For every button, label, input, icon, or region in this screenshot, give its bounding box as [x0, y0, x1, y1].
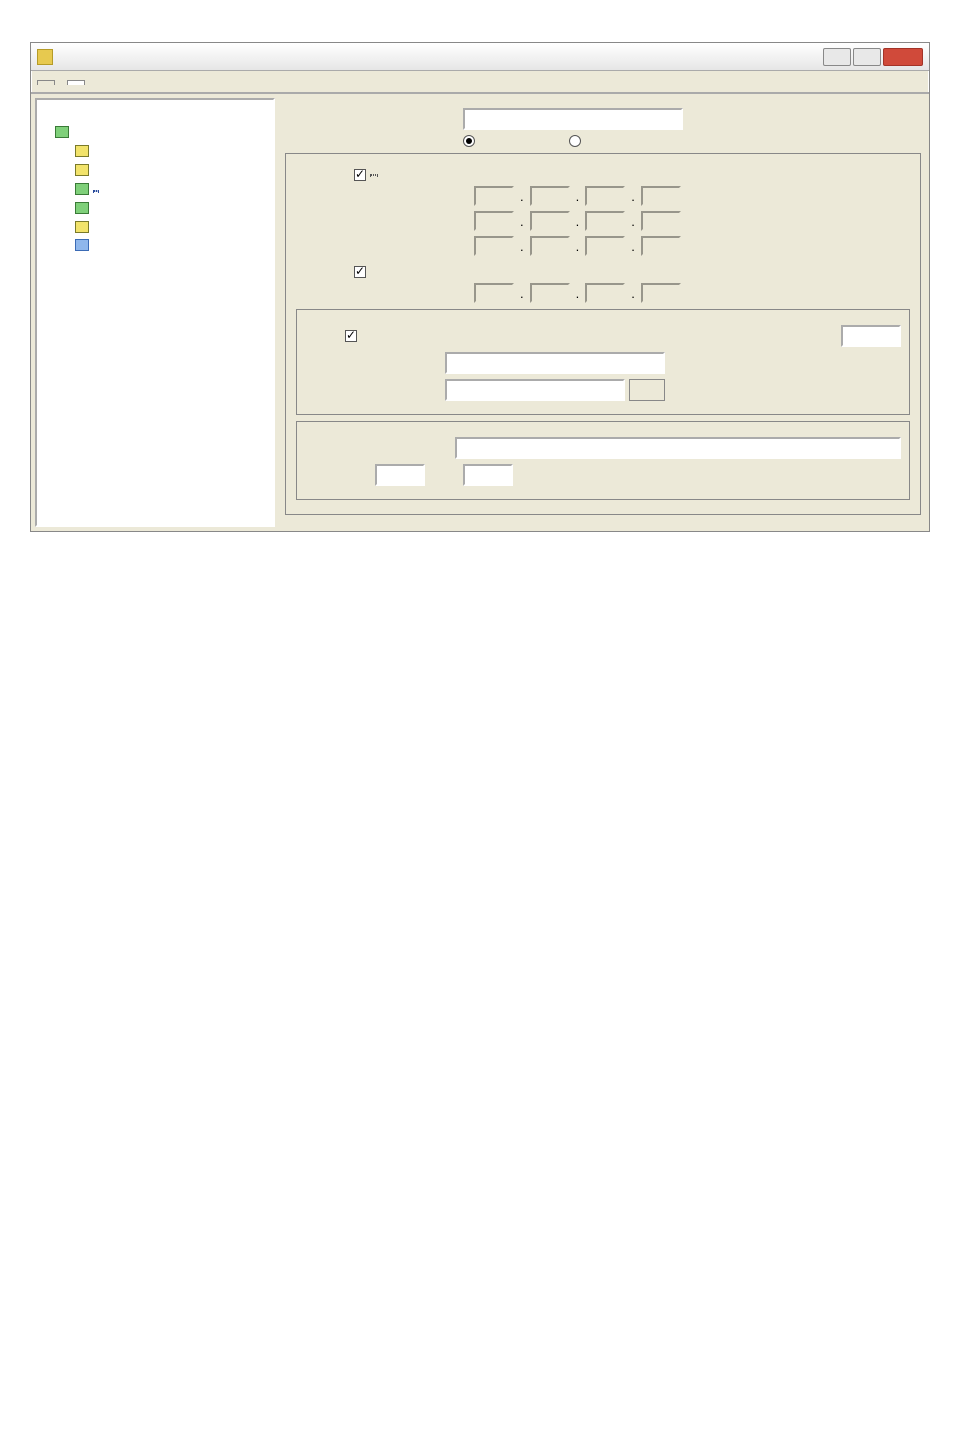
- minimize-button[interactable]: [823, 48, 851, 66]
- ping-address-input[interactable]: [455, 437, 901, 459]
- checkbox-dhcp-dns[interactable]: [354, 266, 366, 278]
- group-dloadx: [296, 309, 910, 415]
- group-ethm: ... ... ...: [285, 153, 921, 515]
- tab-bar: [31, 71, 929, 93]
- tree-item[interactable]: [41, 142, 269, 161]
- titlebar: [31, 43, 929, 71]
- tab-system[interactable]: [37, 80, 55, 85]
- maximize-button[interactable]: [853, 48, 881, 66]
- radio-pietro[interactable]: [569, 135, 581, 147]
- device-icon: [75, 183, 89, 195]
- ping-retry-input[interactable]: [463, 464, 513, 486]
- app-icon: [37, 49, 53, 65]
- device-tree[interactable]: [35, 98, 275, 527]
- gateway-input[interactable]: ...: [474, 236, 681, 256]
- group-testping: [296, 421, 910, 500]
- name-input[interactable]: [463, 108, 683, 130]
- mask-input[interactable]: ...: [474, 211, 681, 231]
- checkbox-dloadx-conn[interactable]: [345, 330, 357, 342]
- tree-root[interactable]: [41, 104, 269, 123]
- device-icon: [75, 145, 89, 157]
- tree-item[interactable]: [41, 217, 269, 236]
- folder-icon: [55, 126, 69, 138]
- tree-item[interactable]: [41, 198, 269, 217]
- device-icon: [75, 221, 89, 233]
- tree-item[interactable]: [41, 236, 269, 255]
- label-dhcp-ip: [370, 174, 378, 176]
- device-icon: [75, 239, 89, 251]
- checkbox-dhcp-ip[interactable]: [354, 169, 366, 181]
- tree-expanders[interactable]: [41, 123, 269, 142]
- dloadx-server-input[interactable]: [445, 352, 665, 374]
- app-window: ... ... ...: [30, 42, 930, 532]
- device-icon: [75, 202, 89, 214]
- port-input[interactable]: [841, 325, 901, 347]
- tab-sprzet[interactable]: [67, 80, 85, 85]
- show-password-button[interactable]: [629, 379, 665, 401]
- dloadx-key-input[interactable]: [445, 379, 625, 401]
- close-button[interactable]: [883, 48, 923, 66]
- ping-okres-input[interactable]: [375, 464, 425, 486]
- tree-item[interactable]: [41, 161, 269, 180]
- settings-panel: ... ... ...: [279, 94, 929, 531]
- radio-parter[interactable]: [463, 135, 475, 147]
- ip-input[interactable]: ...: [474, 186, 681, 206]
- device-icon: [75, 164, 89, 176]
- dns-input[interactable]: . . .: [474, 283, 681, 303]
- tree-item-selected[interactable]: [41, 179, 269, 198]
